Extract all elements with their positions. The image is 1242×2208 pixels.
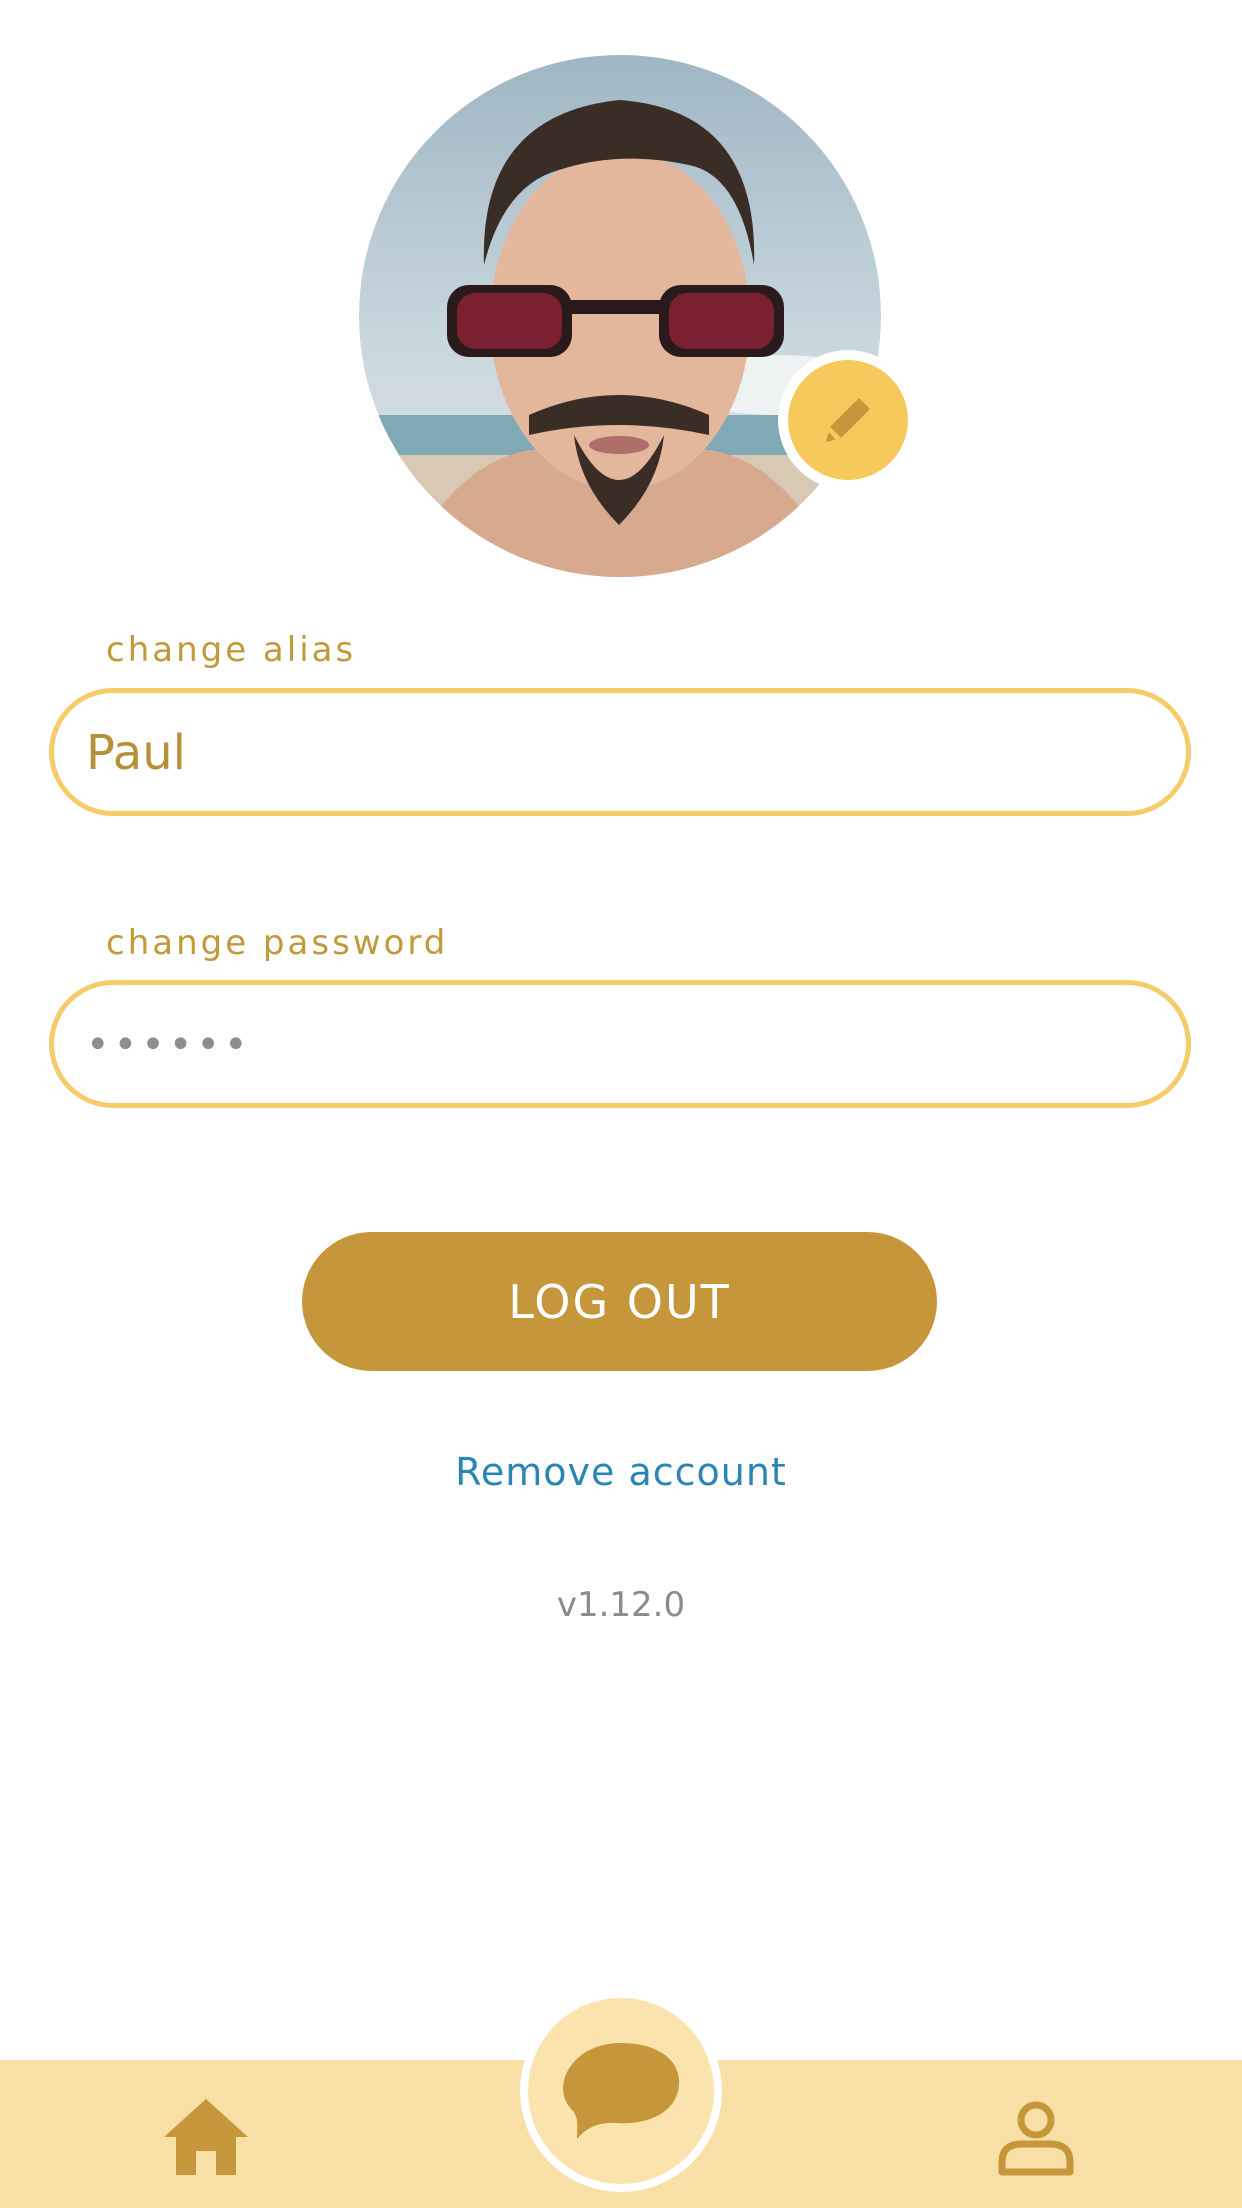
chat-bubble-icon bbox=[563, 2043, 680, 2139]
logout-button[interactable]: LOG OUT bbox=[302, 1232, 937, 1371]
password-input[interactable] bbox=[84, 985, 1148, 1105]
alias-field[interactable] bbox=[49, 688, 1191, 816]
alias-input[interactable] bbox=[84, 693, 1148, 813]
tab-home[interactable] bbox=[162, 2095, 250, 2177]
chat-button[interactable] bbox=[520, 1990, 722, 2192]
alias-label: change alias bbox=[106, 630, 357, 670]
home-icon bbox=[164, 2099, 248, 2175]
password-label: change password bbox=[106, 923, 449, 963]
avatar-photo bbox=[359, 55, 881, 577]
edit-avatar-button[interactable] bbox=[778, 350, 918, 490]
tab-profile[interactable] bbox=[996, 2100, 1076, 2176]
pencil-icon bbox=[826, 398, 870, 442]
app-version: v1.12.0 bbox=[556, 1585, 686, 1625]
password-field[interactable] bbox=[49, 980, 1191, 1108]
avatar[interactable] bbox=[359, 55, 881, 577]
remove-account-link[interactable]: Remove account bbox=[0, 1450, 1242, 1494]
user-icon bbox=[998, 2101, 1074, 2176]
